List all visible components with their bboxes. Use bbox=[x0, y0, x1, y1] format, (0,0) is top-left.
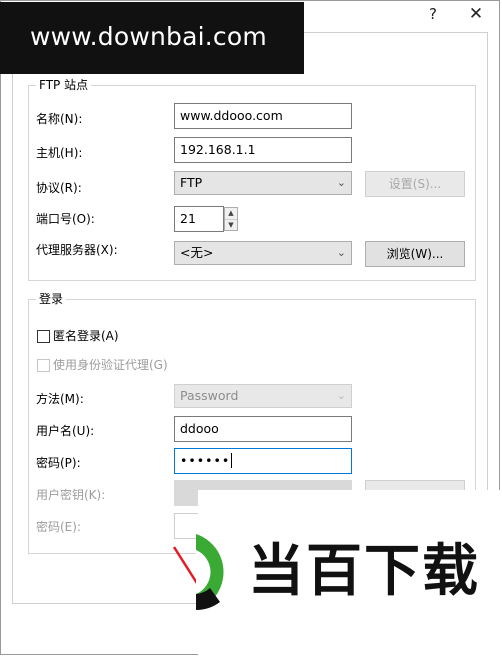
logo-watermark: 当百下载 bbox=[196, 490, 502, 657]
proxy-select[interactable]: <无> ⌄ bbox=[174, 241, 352, 265]
login-group-title: 登录 bbox=[36, 292, 67, 306]
key-password-label: 密码(E): bbox=[36, 520, 81, 534]
chevron-down-icon: ⌄ bbox=[336, 176, 346, 189]
help-button[interactable]: ? bbox=[421, 4, 445, 24]
password-dots: •••••• bbox=[180, 453, 231, 468]
ftp-site-group-title: FTP 站点 bbox=[36, 78, 92, 92]
anonymous-login-checkbox[interactable] bbox=[37, 330, 50, 343]
name-label: 名称(N): bbox=[36, 112, 83, 126]
site-watermark-banner: www.downbai.com bbox=[0, 2, 304, 74]
chevron-down-icon: ⌄ bbox=[336, 389, 346, 402]
chevron-down-icon: ⌄ bbox=[336, 246, 346, 259]
protocol-select[interactable]: FTP ⌄ bbox=[174, 171, 352, 195]
username-label: 用户名(U): bbox=[36, 424, 95, 438]
host-label: 主机(H): bbox=[36, 146, 83, 160]
proxy-label: 代理服务器(X): bbox=[36, 243, 118, 257]
protocol-select-value: FTP bbox=[180, 175, 203, 190]
name-field[interactable]: www.ddooo.com bbox=[174, 103, 352, 129]
method-label: 方法(M): bbox=[36, 392, 84, 406]
password-label: 密码(P): bbox=[36, 456, 81, 470]
text-cursor: ​ bbox=[231, 453, 233, 468]
browse-button[interactable]: 浏览(W)... bbox=[365, 241, 465, 267]
method-select-value: Password bbox=[180, 388, 239, 403]
auth-agent-label: 使用身份验证代理(G) bbox=[53, 358, 168, 372]
user-key-label: 用户密钥(K): bbox=[36, 488, 106, 502]
arrow-down-icon[interactable]: ▼ bbox=[225, 220, 237, 231]
host-field[interactable]: 192.168.1.1 bbox=[174, 137, 352, 163]
port-field[interactable]: 21 bbox=[174, 206, 224, 232]
password-field[interactable]: ••••••​ bbox=[174, 448, 352, 474]
protocol-label: 协议(R): bbox=[36, 181, 82, 195]
auth-agent-checkbox[interactable] bbox=[37, 359, 50, 372]
username-field[interactable]: ddooo bbox=[174, 416, 352, 442]
anonymous-login-label: 匿名登录(A) bbox=[53, 329, 119, 343]
method-select[interactable]: Password ⌄ bbox=[174, 384, 352, 408]
port-label: 端口号(O): bbox=[36, 212, 95, 226]
proxy-select-value: <无> bbox=[180, 245, 214, 260]
arrow-up-icon[interactable]: ▲ bbox=[225, 208, 237, 220]
logo-mark-icon bbox=[196, 534, 224, 610]
port-stepper[interactable]: ▲ ▼ bbox=[224, 207, 238, 231]
logo-text: 当百下载 bbox=[248, 539, 480, 604]
close-button[interactable]: ✕ bbox=[464, 4, 488, 24]
settings-button[interactable]: 设置(S)... bbox=[365, 171, 465, 197]
